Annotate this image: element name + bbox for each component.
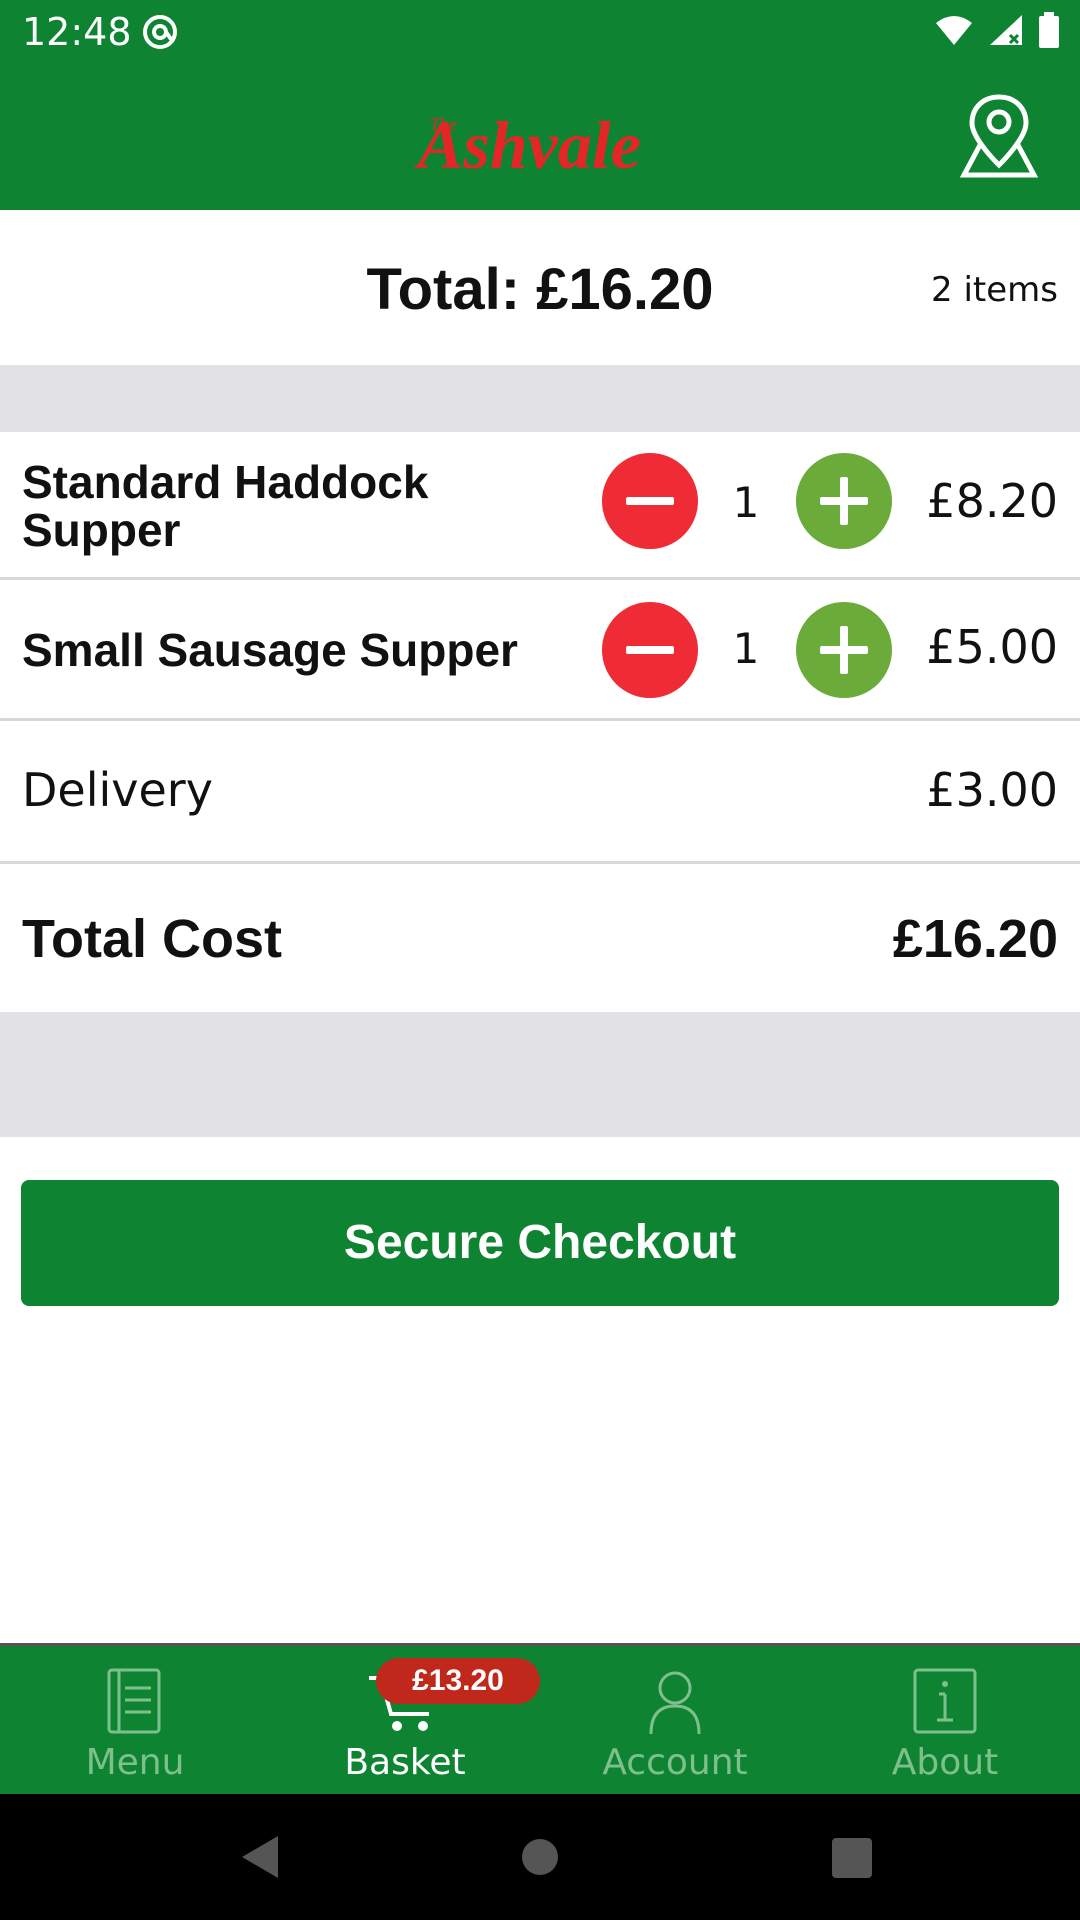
- item-price: £5.00: [926, 620, 1058, 674]
- total-cost-label: Total Cost: [22, 909, 282, 969]
- item-quantity: 1: [732, 624, 760, 673]
- delivery-price: £3.00: [926, 763, 1058, 817]
- plus-icon: [820, 626, 868, 674]
- decrease-quantity-button[interactable]: [602, 602, 698, 698]
- system-navigation-bar: [0, 1794, 1080, 1920]
- basket-total-header: Total: £16.20 2 items: [0, 210, 1080, 365]
- back-icon[interactable]: [236, 1832, 286, 1882]
- wifi-icon: [936, 16, 972, 45]
- item-count: 2 items: [931, 270, 1058, 310]
- info-icon: [913, 1668, 977, 1734]
- increase-quantity-button[interactable]: [796, 453, 892, 549]
- divider-band: [0, 1012, 1080, 1137]
- nav-about[interactable]: About: [810, 1646, 1080, 1794]
- app-header: The Ashvale: [0, 63, 1080, 210]
- home-icon[interactable]: [520, 1832, 560, 1882]
- nav-label: Account: [602, 1742, 748, 1783]
- cell-signal-icon: [990, 15, 1022, 45]
- basket-total: Total: £16.20: [366, 257, 714, 322]
- nav-basket[interactable]: £13.20 Basket: [270, 1646, 540, 1794]
- item-name: Standard Haddock Supper: [22, 456, 429, 556]
- divider-band: [0, 365, 1080, 432]
- total-cost-value: £16.20: [892, 909, 1058, 969]
- basket-item: Standard Haddock Supper 1 £8.20: [0, 432, 1080, 580]
- nav-menu[interactable]: Menu: [0, 1646, 270, 1794]
- status-bar: 12:48: [0, 0, 1080, 63]
- decrease-quantity-button[interactable]: [602, 453, 698, 549]
- nav-label: Menu: [85, 1742, 185, 1783]
- nav-label: About: [891, 1742, 999, 1783]
- secure-checkout-button[interactable]: Secure Checkout: [21, 1180, 1059, 1306]
- ashvale-logo[interactable]: The Ashvale: [410, 98, 710, 178]
- increase-quantity-button[interactable]: [796, 602, 892, 698]
- minus-icon: [626, 497, 674, 505]
- battery-icon: [1039, 12, 1059, 48]
- item-name: Small Sausage Supper: [22, 624, 518, 676]
- at-sign-icon: [143, 15, 177, 49]
- status-time: 12:48: [22, 10, 132, 54]
- map-pin-icon[interactable]: [958, 93, 1040, 179]
- svg-text:Ashvale: Ashvale: [414, 107, 641, 178]
- basket-total-badge: £13.20: [376, 1658, 540, 1704]
- menu-icon: [107, 1668, 161, 1734]
- delivery-label: Delivery: [22, 763, 213, 817]
- item-price: £8.20: [926, 474, 1058, 528]
- delivery-row: Delivery £3.00: [0, 721, 1080, 864]
- plus-icon: [820, 477, 868, 525]
- basket-item: Small Sausage Supper 1 £5.00: [0, 580, 1080, 721]
- minus-icon: [626, 646, 674, 654]
- recents-icon[interactable]: [830, 1832, 874, 1882]
- account-icon: [649, 1671, 701, 1735]
- nav-label: Basket: [344, 1742, 466, 1783]
- nav-account[interactable]: Account: [540, 1646, 810, 1794]
- total-cost-row: Total Cost £16.20: [0, 864, 1080, 1012]
- bottom-nav: Menu £13.20 Basket Account About: [0, 1643, 1080, 1794]
- item-quantity: 1: [732, 478, 760, 527]
- status-icons: [934, 12, 1060, 48]
